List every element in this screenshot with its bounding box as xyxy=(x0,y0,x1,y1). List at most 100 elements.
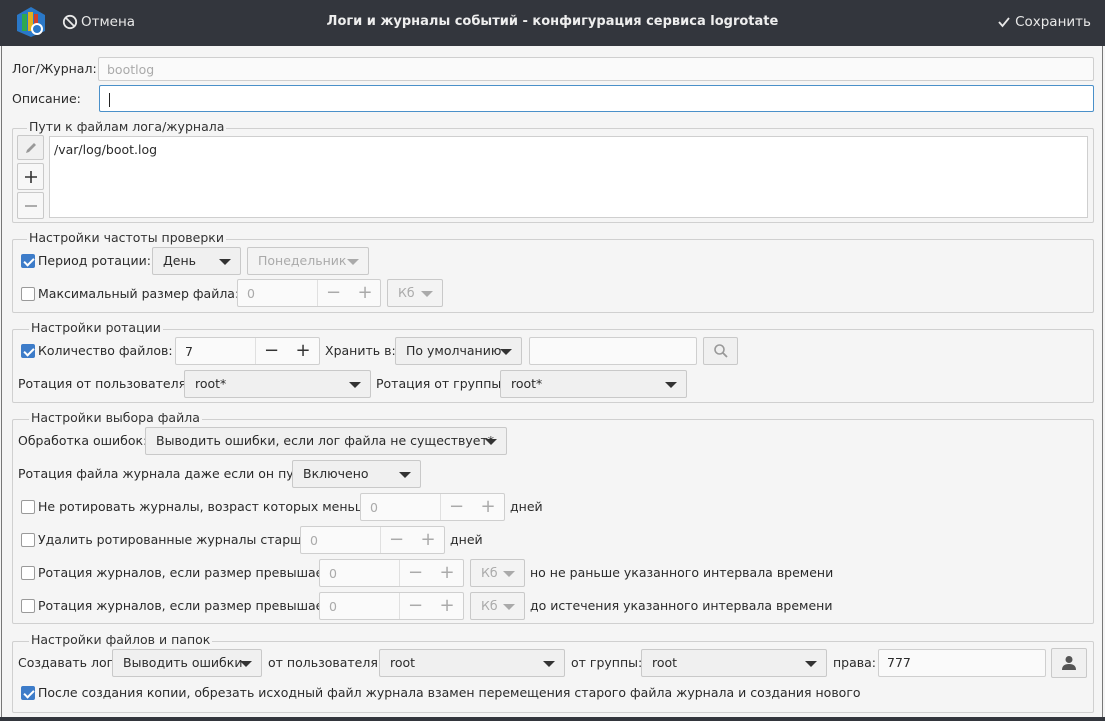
chevron-down-icon xyxy=(421,291,433,297)
size2-unit-combo: Кб xyxy=(470,592,525,620)
minsize-label: Ротация журналов, если размер превышает xyxy=(38,565,331,580)
chevron-down-icon xyxy=(240,661,252,667)
perm-input[interactable]: 777 xyxy=(878,649,1046,677)
period-checkbox[interactable] xyxy=(21,254,35,268)
minage-value: 0 xyxy=(370,500,378,515)
remove-path-button[interactable] xyxy=(17,192,44,219)
description-input[interactable] xyxy=(99,85,1094,112)
chevron-down-icon xyxy=(543,661,555,667)
maxage-value: 0 xyxy=(310,533,318,548)
create-label: Создавать лог xyxy=(18,655,114,670)
add-path-button[interactable] xyxy=(17,163,44,190)
maxsize-unit: Кб xyxy=(398,285,415,300)
copytruncate-checkbox[interactable] xyxy=(21,686,35,700)
window-title: Логи и журналы событий - конфигурация се… xyxy=(326,14,779,29)
rotate-group-combo[interactable]: root* xyxy=(500,370,687,398)
period-label: Период ротации: xyxy=(38,253,151,268)
create-group-combo[interactable]: root xyxy=(641,649,827,677)
pencil-icon xyxy=(25,143,36,153)
create-value: Выводить ошибки xyxy=(123,655,243,670)
errors-label: Обработка ошибок: xyxy=(18,433,148,448)
minsize-suffix: но не раньше указанного интервала времен… xyxy=(530,565,834,580)
maxsize-spinner: 0 − + xyxy=(237,279,381,307)
minsize-checkbox[interactable] xyxy=(21,566,35,580)
minage-spinner: 0 − + xyxy=(360,493,505,521)
size2-suffix: до истечения указанного интервала времен… xyxy=(530,598,833,613)
edit-path-button[interactable] xyxy=(17,135,44,160)
create-user-value: root xyxy=(390,655,416,670)
log-label: Лог/Журнал: xyxy=(12,61,97,76)
chevron-down-icon xyxy=(503,604,515,610)
size2-checkbox[interactable] xyxy=(21,599,35,613)
minage-label: Не ротировать журналы, возраст которых м… xyxy=(38,499,374,514)
empty-label: Ротация файла журнала даже если он пуст: xyxy=(18,466,313,481)
chevron-down-icon xyxy=(219,259,231,265)
maxage-checkbox[interactable] xyxy=(21,533,35,547)
create-user-label: от пользователя: xyxy=(268,655,383,670)
period-value: День xyxy=(163,253,196,268)
browse-button[interactable] xyxy=(703,337,738,365)
search-icon xyxy=(713,344,728,358)
maxage-unit: дней xyxy=(450,532,483,547)
chevron-down-icon xyxy=(347,259,359,265)
count-value[interactable]: 7 xyxy=(185,344,193,359)
chevron-down-icon xyxy=(485,439,497,445)
rotate-user-combo[interactable]: root* xyxy=(184,370,371,398)
plus-icon xyxy=(24,171,37,183)
increment-button: + xyxy=(480,496,496,517)
increment-button: + xyxy=(420,529,436,550)
description-label: Описание: xyxy=(12,91,81,106)
maxsize-value: 0 xyxy=(247,286,255,301)
text-caret xyxy=(109,92,110,107)
frequency-group-title: Настройки частоты проверки xyxy=(27,230,226,246)
store-combo[interactable]: По умолчанию xyxy=(395,337,522,365)
maxsize-unit-combo: Кб xyxy=(387,279,443,307)
errors-combo[interactable]: Выводить ошибки, если лог файла не сущес… xyxy=(145,427,507,455)
rotation-group-title: Настройки ротации xyxy=(29,320,163,336)
decrement-button[interactable]: − xyxy=(255,338,287,364)
create-user-combo[interactable]: root xyxy=(379,649,565,677)
minsize-value: 0 xyxy=(329,566,337,581)
count-label: Количество файлов: xyxy=(38,343,173,358)
create-group-label: от группы: xyxy=(571,655,643,670)
paths-list[interactable]: /var/log/boot.log xyxy=(49,136,1088,218)
weekday-value: Понедельник xyxy=(258,253,347,268)
user-button[interactable] xyxy=(1051,648,1087,678)
log-name-field: bootlog xyxy=(98,57,1094,81)
save-label: Сохранить xyxy=(1015,14,1091,30)
maxage-label: Удалить ротированные журналы старше xyxy=(38,532,310,547)
chevron-down-icon xyxy=(500,349,512,355)
decrement-button: − xyxy=(380,527,412,553)
title-bar: Отмена Логи и журналы событий - конфигур… xyxy=(0,0,1105,46)
empty-combo[interactable]: Включено xyxy=(292,460,421,488)
size2-value: 0 xyxy=(329,599,337,614)
chevron-down-icon xyxy=(503,571,515,577)
rotate-group-value: root* xyxy=(511,376,543,391)
maxage-spinner: 0 − + xyxy=(300,526,445,554)
decrement-button: − xyxy=(317,280,349,306)
maxsize-label: Максимальный размер файла: xyxy=(38,286,240,301)
count-checkbox[interactable] xyxy=(21,344,35,358)
rotate-user-label: Ротация от пользователя: xyxy=(18,376,191,391)
store-path-input[interactable] xyxy=(529,337,697,365)
checkmark-icon xyxy=(998,17,1010,28)
decrement-button: − xyxy=(399,593,431,619)
maxsize-checkbox[interactable] xyxy=(21,287,35,301)
files-group-title: Настройки файлов и папок xyxy=(29,632,213,648)
save-button[interactable]: Сохранить xyxy=(997,14,1091,30)
increment-button: + xyxy=(357,282,373,303)
increment-button[interactable]: + xyxy=(287,338,319,364)
copytruncate-label: После создания копии, обрезать исходный … xyxy=(38,685,861,700)
perm-label: права: xyxy=(833,655,877,670)
list-item[interactable]: /var/log/boot.log xyxy=(54,142,157,158)
create-combo[interactable]: Выводить ошибки xyxy=(112,649,262,677)
create-group-value: root xyxy=(652,655,678,670)
rotate-user-value: root* xyxy=(195,376,227,391)
count-spinner[interactable]: 7 − + xyxy=(175,337,320,365)
minage-checkbox[interactable] xyxy=(21,500,35,514)
user-icon xyxy=(1062,656,1076,670)
period-combo[interactable]: День xyxy=(152,247,241,275)
chevron-down-icon xyxy=(805,661,817,667)
minsize-unit: Кб xyxy=(481,565,498,580)
weekday-combo: Понедельник xyxy=(247,247,369,275)
